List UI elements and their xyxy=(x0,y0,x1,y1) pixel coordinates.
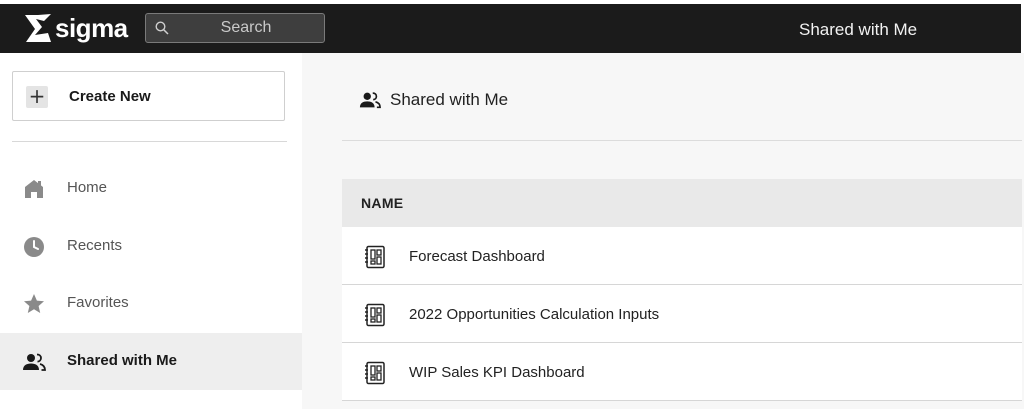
workbook-icon xyxy=(365,245,385,269)
table-row[interactable]: 2022 Opportunities Calculation Inputs xyxy=(342,285,1022,343)
workbook-icon xyxy=(365,361,385,385)
shared-items-table: NAME Forecast Dashboard 2022 Opportuniti… xyxy=(342,179,1022,401)
table-header: NAME xyxy=(342,179,1022,227)
star-icon xyxy=(24,294,44,313)
workbook-icon xyxy=(365,303,385,327)
row-name[interactable]: WIP Sales KPI Dashboard xyxy=(409,364,585,381)
brand-name: sigma xyxy=(55,12,128,43)
sidebar-item-label: Shared with Me xyxy=(67,352,178,369)
sidebar-divider xyxy=(12,141,287,142)
clock-icon xyxy=(24,237,44,257)
sidebar-item-label: Favorites xyxy=(67,294,129,311)
top-bar: sigma Shared with Me xyxy=(0,4,1021,53)
sidebar-item-shared-with-me[interactable]: Shared with Me xyxy=(0,333,302,390)
row-name[interactable]: Forecast Dashboard xyxy=(409,248,545,265)
plus-icon: + xyxy=(26,86,48,108)
row-name[interactable]: 2022 Opportunities Calculation Inputs xyxy=(409,306,659,323)
people-icon xyxy=(23,353,46,371)
sidebar-item-recents[interactable]: Recents xyxy=(0,218,302,275)
main-content: Shared with Me NAME Forecast Dashboard 2… xyxy=(302,53,1024,409)
search-icon xyxy=(155,21,169,35)
table-row[interactable]: Forecast Dashboard xyxy=(342,227,1022,285)
sidebar-item-favorites[interactable]: Favorites xyxy=(0,275,302,332)
table-row[interactable]: WIP Sales KPI Dashboard xyxy=(342,343,1022,401)
main-divider xyxy=(342,140,1022,141)
sidebar-item-label: Home xyxy=(67,179,108,196)
search-input[interactable] xyxy=(176,17,316,39)
sigma-logo[interactable]: sigma xyxy=(24,12,128,44)
section-title: Shared with Me xyxy=(390,90,509,109)
sidebar-item-label: Recents xyxy=(67,237,123,254)
create-new-label: Create New xyxy=(69,88,151,105)
sigma-logo-icon xyxy=(25,14,51,42)
sidebar: + Create New Home Recents Favorites Shar… xyxy=(0,53,302,409)
page-title: Shared with Me xyxy=(799,20,918,39)
home-icon xyxy=(25,180,43,198)
sidebar-item-home[interactable]: Home xyxy=(0,160,302,217)
create-new-button[interactable]: + Create New xyxy=(12,71,285,121)
column-header-name[interactable]: NAME xyxy=(361,195,403,211)
search-box[interactable] xyxy=(145,13,325,43)
people-icon xyxy=(359,92,381,109)
